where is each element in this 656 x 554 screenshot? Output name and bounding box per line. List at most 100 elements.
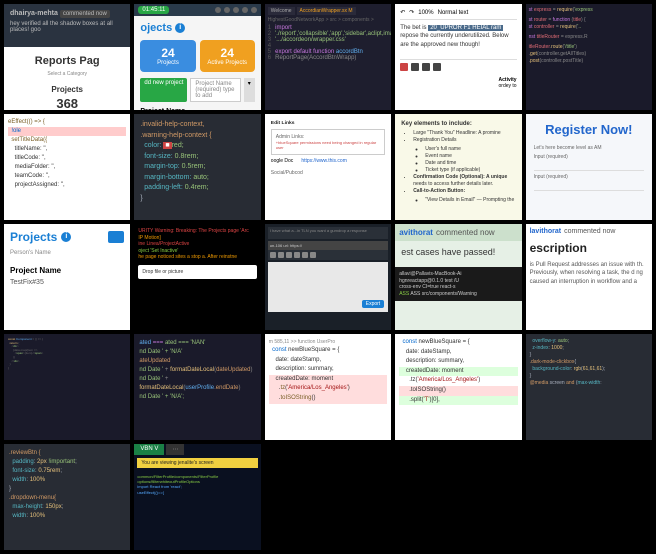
- code-area[interactable]: ated === ated === 'NAN' nd Date ' + 'N/A…: [139, 339, 255, 402]
- link-url[interactable]: https://www.this.com: [301, 158, 347, 164]
- activity-panel: Activityordey to: [400, 77, 516, 89]
- code-area[interactable]: const newBlueSquare = { date: dateStamp,…: [399, 338, 517, 405]
- comment-tag: commented now: [60, 10, 110, 18]
- projects-heading: Projectsi: [10, 230, 124, 244]
- comment-header: dhairya-mehta commented now: [10, 10, 124, 17]
- card-projects[interactable]: 24Projects: [140, 40, 195, 72]
- tool-icon[interactable]: [422, 63, 430, 71]
- description-text: is Pull Request addresses an issue with …: [530, 261, 648, 286]
- register-title: Register Now!: [534, 122, 644, 137]
- tile-test-passed: avithoratcommented now est cases have pa…: [395, 224, 521, 330]
- undo-icon[interactable]: ↶: [400, 9, 405, 16]
- titlebar: 01:45:11: [134, 4, 260, 16]
- tile-screenshare: VBN V⋯ You are viewing jenalite's screen…: [134, 444, 260, 550]
- field-label: Input (required): [534, 174, 644, 180]
- code-area[interactable]: const Component = () => { return ( <div>…: [8, 338, 126, 370]
- warning-text: +blueSquare permissions need being chang…: [276, 140, 380, 150]
- comment-header: avithoratcommented now: [395, 224, 521, 241]
- tool-icon[interactable]: [411, 63, 419, 71]
- section-title: Key elements to include:: [401, 121, 472, 127]
- terminal: allavi@Pallavis-MacBook-Ai hgnreactapp@0…: [395, 267, 521, 301]
- tile-date-code: ated === ated === 'NAN' nd Date ' + 'N/A…: [134, 334, 260, 440]
- tile-vscode: WelcomeAccordianWrapper.sx M HighestGood…: [265, 4, 391, 110]
- code-area[interactable]: 1import 2'./report','collapsible','app',…: [268, 25, 388, 61]
- code-area[interactable]: .invalid-help-context, .warning-help-con…: [140, 120, 254, 204]
- description-heading: escription: [530, 241, 648, 255]
- dropdown-icon[interactable]: ▾: [244, 78, 255, 102]
- browser-top: I have what a...in TLN you want a gumdro…: [268, 227, 388, 239]
- category-select[interactable]: Select a Category: [12, 71, 122, 77]
- tab-inactive[interactable]: ⋯: [166, 444, 184, 455]
- tile-diff-1: m 585,11 >> function UserPro const newBl…: [265, 334, 391, 440]
- tab-welcome[interactable]: Welcome: [268, 7, 295, 15]
- code-area[interactable]: eEffect(() => { !ole setTitleData({ titl…: [8, 118, 126, 190]
- export-button[interactable]: Export: [362, 300, 384, 308]
- field-label: Input (required): [534, 154, 644, 160]
- zoom-level[interactable]: 100%: [418, 10, 433, 16]
- projects-heading: ojectsi: [140, 22, 254, 34]
- folder-icon[interactable]: [108, 231, 124, 243]
- info-icon[interactable]: i: [61, 232, 71, 242]
- tile-dark-code: const Component = () => { return ( <div>…: [4, 334, 130, 440]
- requirements-list: Large "Thank You" Headline: A promine Re…: [413, 130, 515, 204]
- tile-css-dark: overflow-y: auto; z-index: 1000; } .dark…: [526, 334, 652, 440]
- tile-projects-detail: Projectsi Person's Name Project Name Tes…: [4, 224, 130, 330]
- tile-css-code: .invalid-help-context, .warning-help-con…: [134, 114, 260, 220]
- input-field[interactable]: [534, 183, 644, 191]
- field-label: Person's Name: [10, 250, 124, 256]
- code-area[interactable]: common/FilterProfile/components/FilterPr…: [134, 471, 260, 498]
- tile-description: lavithoratcommented now escription is Pu…: [526, 224, 652, 330]
- comment-text: est cases have passed!: [395, 241, 521, 263]
- input-field[interactable]: [534, 163, 644, 171]
- code-area[interactable]: st express = require('express st router …: [529, 7, 649, 65]
- field-label: oogle Doc: [271, 158, 294, 164]
- content-area: Export: [268, 262, 388, 312]
- tile-terminal-warning: URITY Warning: Breaking: The Projects pa…: [134, 224, 260, 330]
- project-value[interactable]: TestFix#35: [10, 279, 124, 286]
- url-bar[interactable]: un-106 url: https://: [268, 241, 388, 250]
- add-project-button[interactable]: dd new project: [140, 78, 187, 102]
- tile-express-code: st express = require('express st router …: [526, 4, 652, 110]
- column-header: Project Name: [10, 266, 124, 275]
- bottom-toolbar[interactable]: [400, 59, 516, 71]
- tile-comment-reports: dhairya-mehta commented now hey verified…: [4, 4, 130, 110]
- tile-register: Register Now! Let's here become level as…: [526, 114, 652, 220]
- reports-title: Reports Pag: [12, 55, 122, 67]
- highlight: 20_UPROR F1 HEIAL ram: [428, 25, 503, 31]
- tile-browser: I have what a...in TLN you want a gumdro…: [265, 224, 391, 330]
- comment-header: lavithoratcommented now: [530, 228, 648, 235]
- info-icon[interactable]: i: [175, 23, 185, 33]
- username: dhairya-mehta: [10, 10, 58, 17]
- dropzone[interactable]: Drop file or picture: [138, 265, 256, 280]
- format-select[interactable]: Normal text: [438, 10, 469, 16]
- project-name-input[interactable]: Project Name (required) type to add: [190, 78, 240, 102]
- tile-projects-app: 01:45:11 ojectsi 24Projects 24Active Pro…: [134, 4, 260, 110]
- toolbar[interactable]: [268, 250, 388, 260]
- footer-label: Social/Pubcod: [271, 170, 385, 176]
- tab[interactable]: VBN V: [134, 444, 164, 455]
- code-area[interactable]: overflow-y: auto; z-index: 1000; } .dark…: [530, 338, 648, 387]
- terminal-output: URITY Warning: Breaking: The Projects pa…: [138, 228, 256, 261]
- tab-active[interactable]: AccordianWrapper.sx M: [297, 7, 356, 15]
- reports-panel: Reports Pag Select a Category Projects 3…: [4, 47, 130, 110]
- projects-label: Projects: [12, 85, 122, 94]
- card-active[interactable]: 24Active Projects: [200, 40, 255, 72]
- code-area[interactable]: .reviewBtn { padding: 2px !important; fo…: [9, 449, 125, 521]
- modal-title: Edit Links: [271, 120, 385, 126]
- redo-icon[interactable]: ↷: [409, 9, 414, 16]
- code-area[interactable]: m 585,11 >> function UserPro const newBl…: [269, 338, 387, 404]
- screenshare-banner: You are viewing jenalite's screen: [137, 458, 257, 468]
- projects-count: 368: [12, 96, 122, 110]
- breadcrumb: HighestGoodNetworkApp > src > components…: [268, 17, 388, 23]
- tool-icon[interactable]: [433, 63, 441, 71]
- username: lavithorat: [530, 228, 562, 235]
- window-controls[interactable]: [215, 7, 257, 13]
- tile-edit-links: Edit Links Admin Links: +blueSquare perm…: [265, 114, 391, 220]
- tile-effect-code: eEffect(() => { !ole setTitleData({ titl…: [4, 114, 130, 220]
- doc-text[interactable]: The bet is 20_UPROR F1 HEIAL ram repose …: [400, 24, 516, 49]
- doc-toolbar[interactable]: ↶ ↷ 100% Normal text: [400, 9, 516, 20]
- record-icon[interactable]: [400, 63, 408, 71]
- tile-requirements: Key elements to include: Large "Thank Yo…: [395, 114, 521, 220]
- comment-text: hey verified all the shadow boxes at all…: [10, 21, 124, 33]
- tile-diff-2: const newBlueSquare = { date: dateStamp,…: [395, 334, 521, 440]
